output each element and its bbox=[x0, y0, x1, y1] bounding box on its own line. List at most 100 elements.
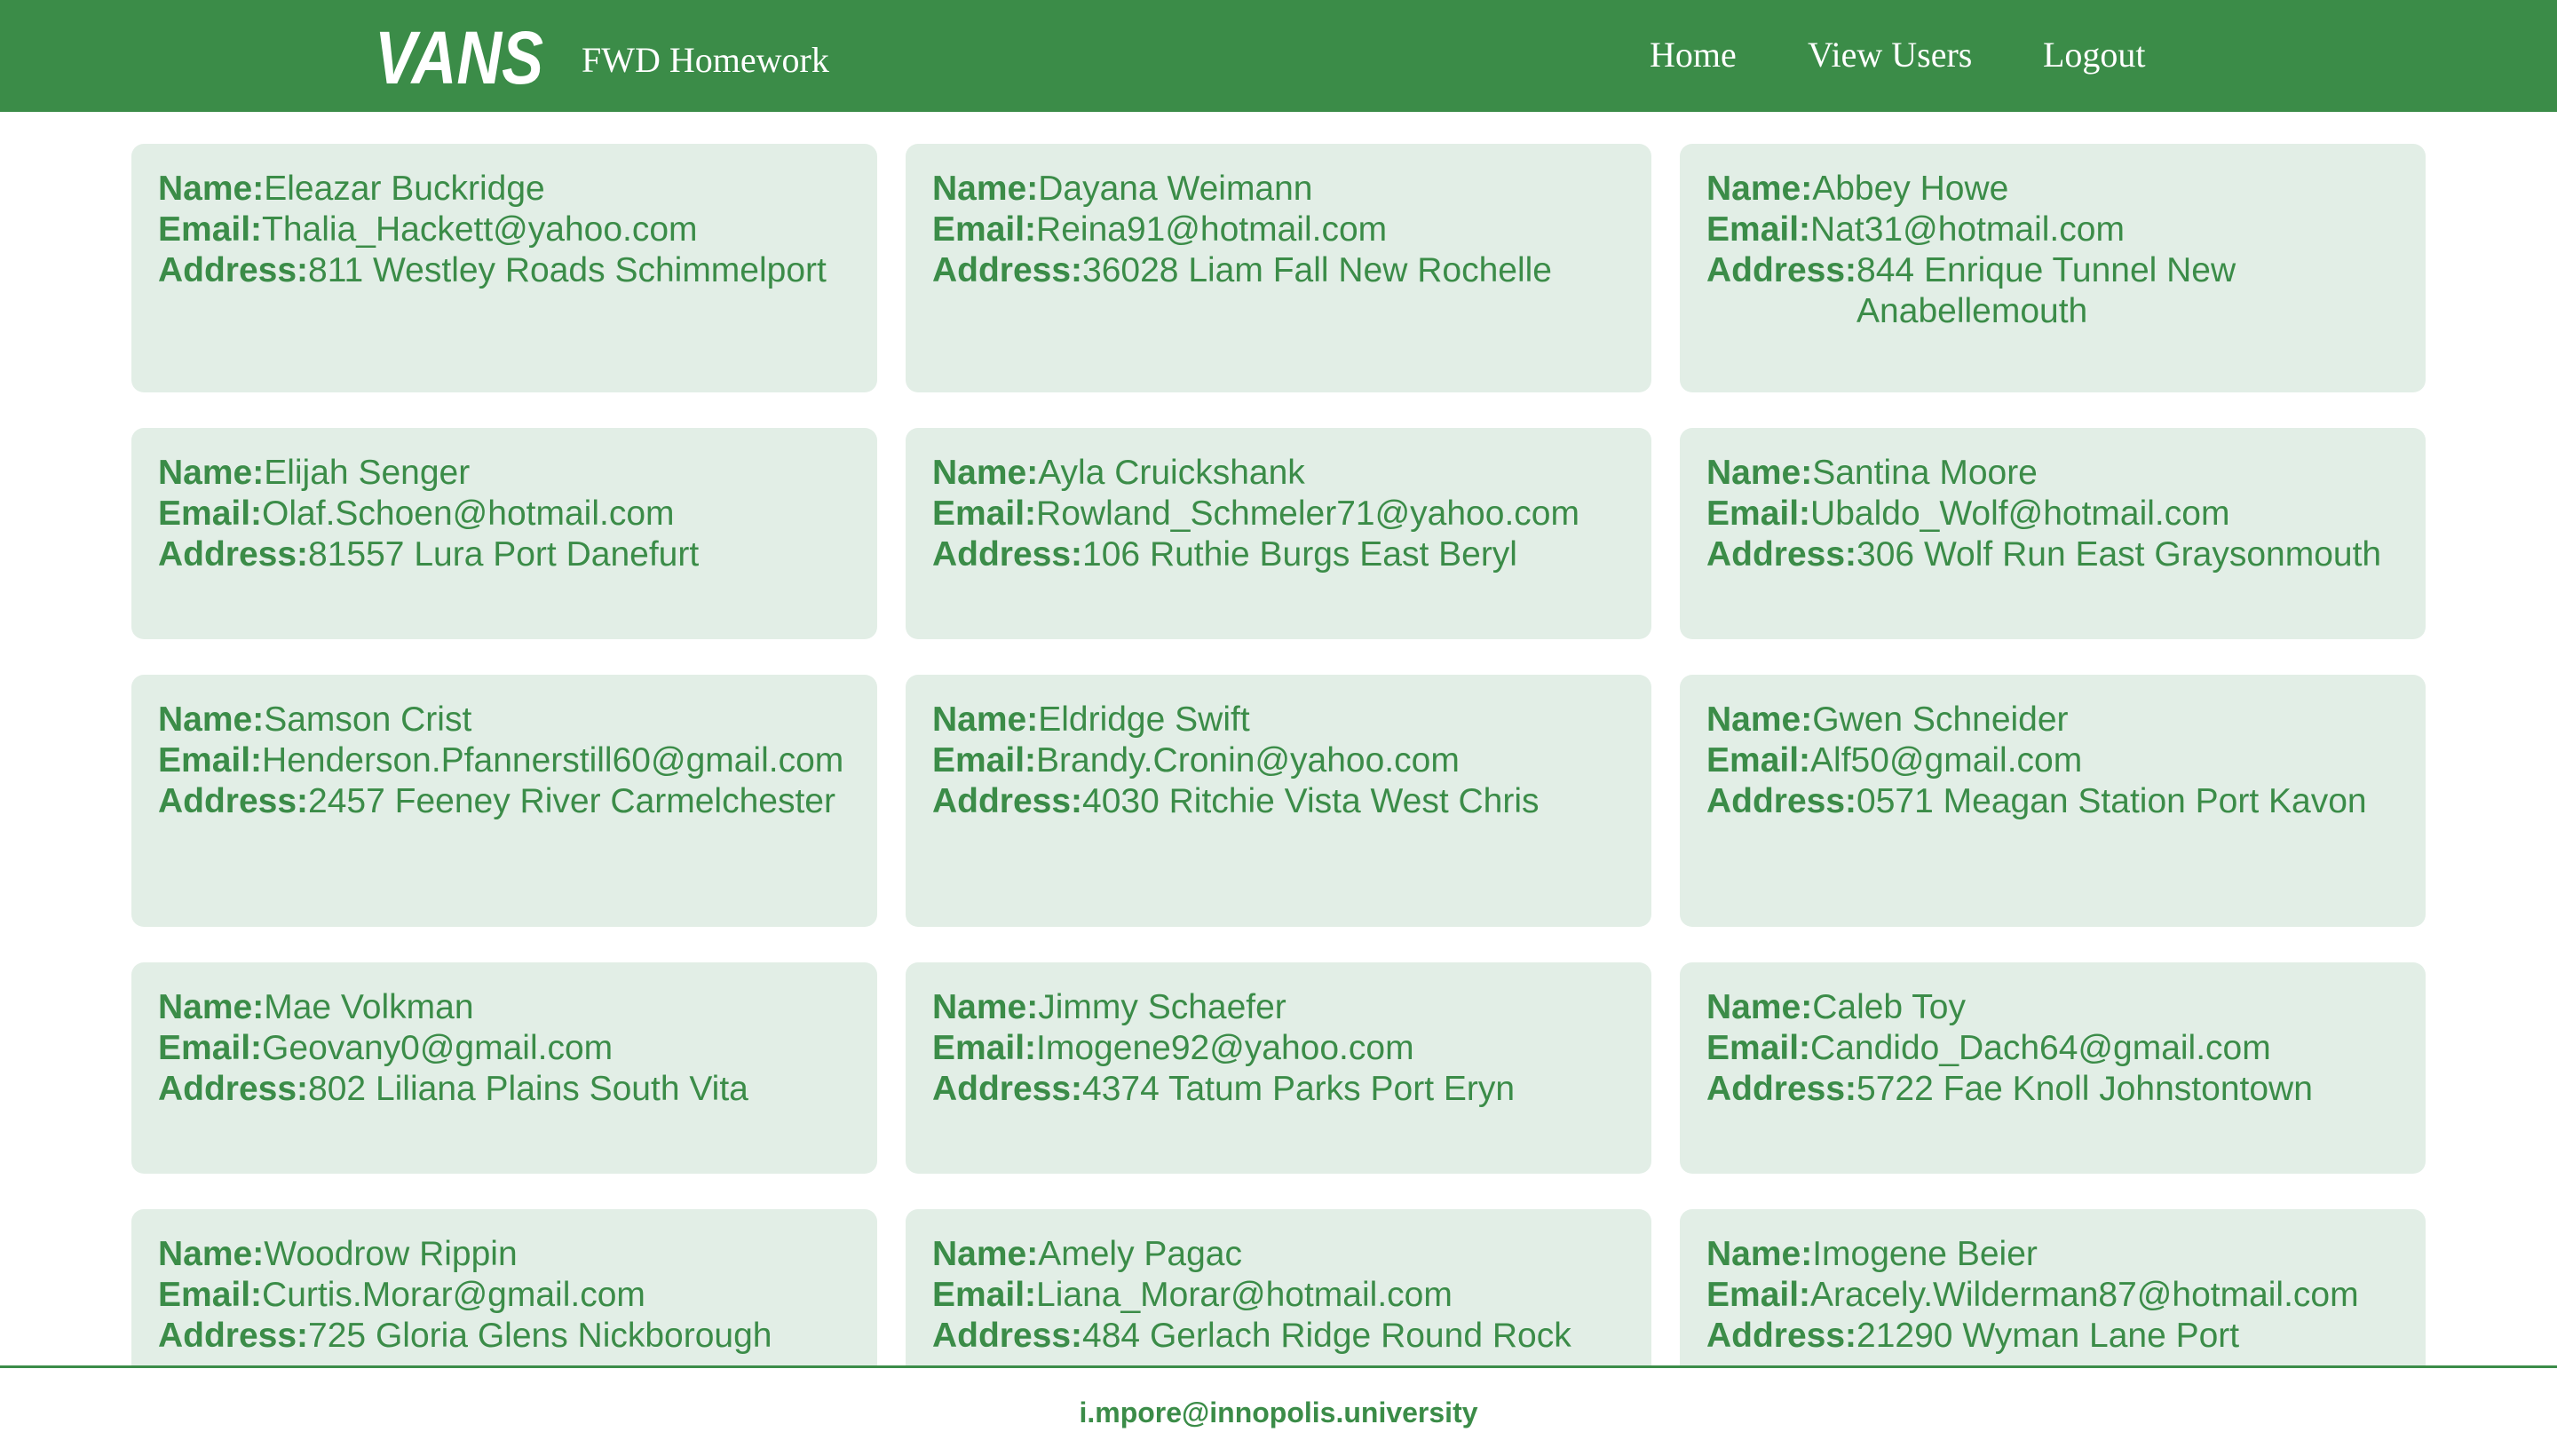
email-label: Email: bbox=[158, 1029, 263, 1067]
user-email: Ubaldo_Wolf@hotmail.com bbox=[1810, 495, 2230, 533]
name-label: Name: bbox=[932, 1235, 1039, 1273]
address-label: Address: bbox=[932, 535, 1083, 574]
user-address: 5722 Fae Knoll Johnstontown bbox=[1856, 1070, 2313, 1108]
user-name: Gwen Schneider bbox=[1812, 700, 2069, 739]
user-address: 811 Westley Roads Schimmelport bbox=[308, 251, 827, 289]
user-email: Aracely.Wilderman87@hotmail.com bbox=[1810, 1276, 2359, 1314]
user-address-row: Address: 844 Enrique Tunnel New Anabellem… bbox=[1706, 250, 2411, 332]
user-name-row: Name:Caleb Toy bbox=[1706, 987, 2411, 1028]
name-label: Name: bbox=[1706, 700, 1813, 739]
email-label: Email: bbox=[1706, 495, 1811, 533]
user-email-row: Email:Brandy.Cronin@yahoo.com bbox=[932, 740, 1637, 781]
name-label: Name: bbox=[1706, 988, 1813, 1026]
user-name-row: Name:Ayla Cruickshank bbox=[932, 453, 1637, 494]
email-label: Email: bbox=[1706, 741, 1811, 779]
user-email-row: Email:Candido_Dach64@gmail.com bbox=[1706, 1028, 2411, 1069]
user-card: Name:Mae Volkman Email:Geovany0@gmail.co… bbox=[131, 962, 877, 1174]
address-label: Address: bbox=[1706, 782, 1857, 820]
user-name-row: Name:Samson Crist bbox=[158, 700, 863, 740]
address-label: Address: bbox=[1706, 1070, 1857, 1108]
user-name-row: Name:Eldridge Swift bbox=[932, 700, 1637, 740]
address-label: Address: bbox=[1706, 535, 1857, 574]
user-address: 4030 Ritchie Vista West Chris bbox=[1082, 782, 1540, 820]
user-address-row: Address: 81557 Lura Port Danefurt bbox=[158, 534, 863, 575]
name-label: Name: bbox=[158, 700, 265, 739]
user-name: Eldridge Swift bbox=[1038, 700, 1250, 739]
user-address: 81557 Lura Port Danefurt bbox=[308, 535, 700, 574]
user-address: 4374 Tatum Parks Port Eryn bbox=[1082, 1070, 1516, 1108]
address-label: Address: bbox=[1706, 251, 1857, 289]
email-label: Email: bbox=[932, 1276, 1037, 1314]
user-name: Mae Volkman bbox=[264, 988, 474, 1026]
user-name-row: Name:Jimmy Schaefer bbox=[932, 987, 1637, 1028]
user-name: Eleazar Buckridge bbox=[264, 170, 545, 208]
user-name-row: Name:Elijah Senger bbox=[158, 453, 863, 494]
user-card: Name:Eldridge Swift Email:Brandy.Cronin@… bbox=[906, 675, 1651, 927]
top-navbar: VANS FWD Homework Home View Users Logout bbox=[0, 0, 2557, 112]
user-name: Ayla Cruickshank bbox=[1038, 454, 1305, 492]
user-address: 484 Gerlach Ridge Round Rock bbox=[1082, 1317, 1571, 1355]
user-email: Liana_Morar@hotmail.com bbox=[1036, 1276, 1453, 1314]
user-email: Rowland_Schmeler71@yahoo.com bbox=[1036, 495, 1579, 533]
user-email-row: Email:Thalia_Hackett@yahoo.com bbox=[158, 210, 863, 250]
user-card: Name:Ayla Cruickshank Email:Rowland_Schm… bbox=[906, 428, 1651, 639]
email-label: Email: bbox=[1706, 1276, 1811, 1314]
user-address-row: Address: 0571 Meagan Station Port Kavon bbox=[1706, 781, 2411, 822]
user-email-row: Email:Rowland_Schmeler71@yahoo.com bbox=[932, 494, 1637, 534]
name-label: Name: bbox=[158, 1235, 265, 1273]
email-label: Email: bbox=[158, 741, 263, 779]
user-card: Name:Jimmy Schaefer Email:Imogene92@yaho… bbox=[906, 962, 1651, 1174]
user-name-row: Name:Woodrow Rippin bbox=[158, 1234, 863, 1275]
user-name: Woodrow Rippin bbox=[264, 1235, 518, 1273]
nav-home-link[interactable]: Home bbox=[1650, 28, 1737, 82]
address-label: Address: bbox=[1706, 1317, 1857, 1355]
email-label: Email: bbox=[158, 495, 263, 533]
user-email-row: Email:Aracely.Wilderman87@hotmail.com bbox=[1706, 1275, 2411, 1316]
user-card: Name:Dayana Weimann Email:Reina91@hotmai… bbox=[906, 144, 1651, 392]
nav-logout-link[interactable]: Logout bbox=[2043, 28, 2146, 82]
user-name: Abbey Howe bbox=[1812, 170, 2009, 208]
email-label: Email: bbox=[932, 495, 1037, 533]
user-email: Curtis.Morar@gmail.com bbox=[262, 1276, 645, 1314]
user-email-row: Email:Ubaldo_Wolf@hotmail.com bbox=[1706, 494, 2411, 534]
user-name: Jimmy Schaefer bbox=[1038, 988, 1286, 1026]
user-name: Santina Moore bbox=[1812, 454, 2038, 492]
user-name-row: Name:Mae Volkman bbox=[158, 987, 863, 1028]
email-label: Email: bbox=[932, 1029, 1037, 1067]
user-card: Name:Samson Crist Email:Henderson.Pfanne… bbox=[131, 675, 877, 927]
user-email: Alf50@gmail.com bbox=[1810, 741, 2083, 779]
email-label: Email: bbox=[1706, 210, 1811, 249]
user-address: 725 Gloria Glens Nickborough bbox=[308, 1317, 772, 1355]
user-address-row: Address: 2457 Feeney River Carmelchester bbox=[158, 781, 863, 822]
user-name-row: Name:Gwen Schneider bbox=[1706, 700, 2411, 740]
email-label: Email: bbox=[158, 210, 263, 249]
user-email: Henderson.Pfannerstill60@gmail.com bbox=[262, 741, 844, 779]
user-name-row: Name:Abbey Howe bbox=[1706, 169, 2411, 210]
site-title: FWD Homework bbox=[582, 40, 829, 80]
user-card: Name:Santina Moore Email:Ubaldo_Wolf@hot… bbox=[1680, 428, 2426, 639]
user-email: Candido_Dach64@gmail.com bbox=[1810, 1029, 2271, 1067]
user-address: 2457 Feeney River Carmelchester bbox=[308, 782, 835, 820]
name-label: Name: bbox=[158, 454, 265, 492]
user-address-row: Address: 36028 Liam Fall New Rochelle bbox=[932, 250, 1637, 291]
nav-view-users-link[interactable]: View Users bbox=[1808, 28, 1972, 82]
email-label: Email: bbox=[932, 741, 1037, 779]
user-email: Geovany0@gmail.com bbox=[262, 1029, 614, 1067]
user-card: Name:Eleazar Buckridge Email:Thalia_Hack… bbox=[131, 144, 877, 392]
user-email-row: Email:Reina91@hotmail.com bbox=[932, 210, 1637, 250]
user-email: Olaf.Schoen@hotmail.com bbox=[262, 495, 675, 533]
footer-email: i.mpore@innopolis.university bbox=[1079, 1397, 1478, 1428]
user-address-row: Address: 21290 Wyman Lane Port bbox=[1706, 1316, 2411, 1357]
name-label: Name: bbox=[158, 170, 265, 208]
address-label: Address: bbox=[932, 1317, 1083, 1355]
address-label: Address: bbox=[158, 782, 309, 820]
user-name: Elijah Senger bbox=[264, 454, 471, 492]
name-label: Name: bbox=[1706, 454, 1813, 492]
vans-logo[interactable]: VANS bbox=[373, 20, 547, 91]
user-name-row: Name:Amely Pagac bbox=[932, 1234, 1637, 1275]
user-address: 306 Wolf Run East Graysonmouth bbox=[1856, 535, 2382, 574]
email-label: Email: bbox=[1706, 1029, 1811, 1067]
user-email-row: Email:Olaf.Schoen@hotmail.com bbox=[158, 494, 863, 534]
user-card: Name:Woodrow Rippin Email:Curtis.Morar@g… bbox=[131, 1209, 877, 1365]
address-label: Address: bbox=[158, 535, 309, 574]
